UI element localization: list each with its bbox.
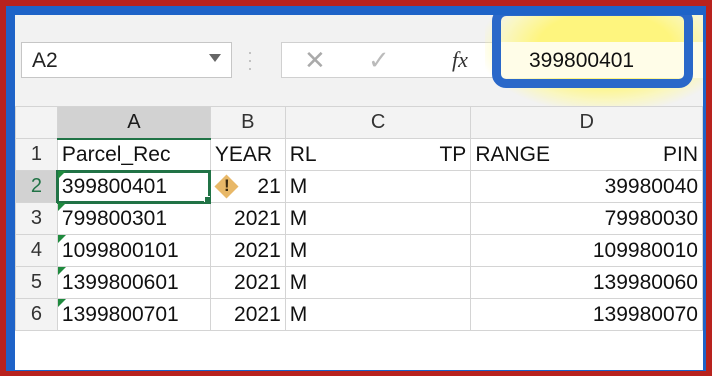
cell-d5[interactable]: 139980060	[470, 266, 703, 299]
table-row: 5 1399800601 2021 M 139980060	[15, 266, 703, 299]
row-header[interactable]: 4	[15, 234, 58, 267]
cell-a3[interactable]: 799800301	[56, 202, 211, 235]
cell-d2[interactable]: 39980040	[470, 170, 703, 203]
cell-a5[interactable]: 1399800601	[56, 266, 211, 299]
cell-a4[interactable]: 1099800101	[56, 234, 211, 267]
table-row: 1 Parcel_Rec YEAR RL TP RANGE PIN	[15, 138, 703, 171]
error-indicator-icon	[58, 267, 66, 275]
error-indicator-icon	[58, 235, 66, 243]
column-header-b[interactable]: B	[209, 106, 286, 139]
cell-a2-value: 399800401	[61, 174, 168, 198]
cell-c1[interactable]: RL TP	[284, 138, 472, 171]
cell-c1-left: RL	[289, 142, 317, 166]
cell-d3[interactable]: 79980030	[470, 202, 703, 235]
formula-buttons: ✕ ✓ fx	[281, 42, 501, 78]
enter-icon[interactable]: ✓	[368, 45, 390, 76]
cell-c6[interactable]: M	[284, 298, 472, 331]
cell-d6[interactable]: 139980070	[470, 298, 703, 331]
cell-a6[interactable]: 1399800701	[56, 298, 211, 331]
warning-icon[interactable]: !	[214, 174, 239, 199]
row-header[interactable]: 2	[15, 170, 58, 203]
cell-d4[interactable]: 109980010	[470, 234, 703, 267]
select-all-corner[interactable]	[15, 106, 58, 139]
chevron-down-icon[interactable]	[209, 54, 221, 62]
error-indicator-icon	[58, 171, 66, 179]
cell-b5[interactable]: 2021	[209, 266, 286, 299]
formula-bar-area: A2 · · · ✕ ✓ fx 399800401	[15, 15, 703, 110]
cell-b4[interactable]: 2021	[209, 234, 286, 267]
row-header[interactable]: 3	[15, 202, 58, 235]
table-row: 4 1099800101 2021 M 109980010	[15, 234, 703, 267]
cancel-icon[interactable]: ✕	[304, 45, 326, 76]
table-row: 6 1399800701 2021 M 139980070	[15, 298, 703, 331]
cell-a2-active[interactable]: 399800401	[56, 169, 212, 204]
cell-c3[interactable]: M	[284, 202, 472, 235]
cell-d1-right: PIN	[662, 142, 698, 166]
row-header[interactable]: 1	[15, 138, 58, 171]
cell-b1[interactable]: YEAR	[209, 138, 286, 171]
column-header-c[interactable]: C	[284, 106, 472, 139]
column-header-a[interactable]: A	[56, 106, 211, 140]
cell-c5[interactable]: M	[284, 266, 472, 299]
table-row: 3 799800301 2021 M 79980030	[15, 202, 703, 235]
cell-c2[interactable]: M	[284, 170, 472, 203]
column-header-row: A B C D	[15, 106, 703, 140]
cell-b2[interactable]: ! 21	[209, 170, 286, 203]
table-row: 2 399800401 ! 21 M 39980040	[15, 169, 703, 204]
column-header-d[interactable]: D	[470, 106, 703, 139]
name-box-value: A2	[32, 49, 58, 72]
highlight-callout-box	[492, 15, 693, 88]
cell-b2-value: 21	[257, 174, 281, 198]
error-indicator-icon	[58, 203, 66, 211]
excel-sheet: A2 · · · ✕ ✓ fx 399800401 A B C D 1 Parc…	[15, 15, 703, 370]
cell-c1-right: TP	[439, 142, 467, 166]
error-indicator-icon	[58, 299, 66, 307]
row-header[interactable]: 5	[15, 266, 58, 299]
cell-d1[interactable]: RANGE PIN	[470, 138, 703, 171]
row-header[interactable]: 6	[15, 298, 58, 331]
cell-b6[interactable]: 2021	[209, 298, 286, 331]
grip-icon: · · ·	[247, 42, 253, 78]
insert-function-icon[interactable]: fx	[452, 47, 468, 73]
cell-a1[interactable]: Parcel_Rec	[56, 138, 211, 171]
cell-c4[interactable]: M	[284, 234, 472, 267]
cell-b3[interactable]: 2021	[209, 202, 286, 235]
name-box[interactable]: A2	[21, 42, 232, 78]
cell-d1-left: RANGE	[475, 142, 551, 166]
worksheet-grid: A B C D 1 Parcel_Rec YEAR RL TP RANGE PIN …	[15, 106, 703, 331]
